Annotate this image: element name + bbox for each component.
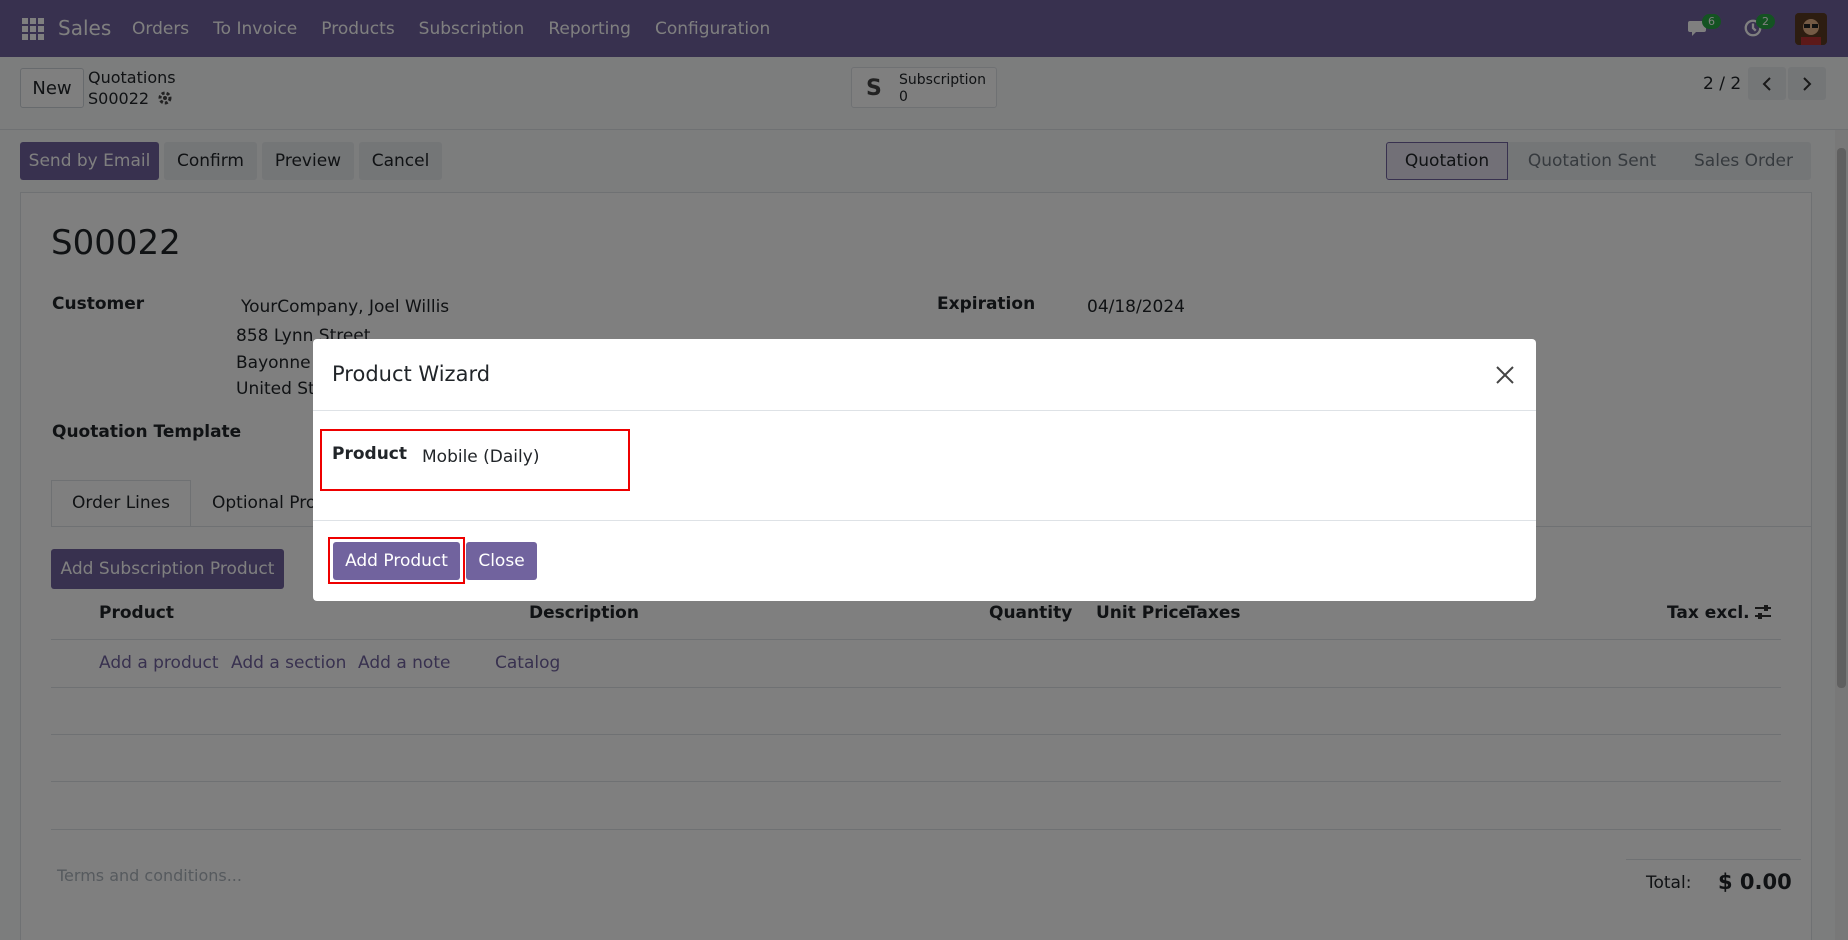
close-button[interactable]: Close <box>466 542 537 580</box>
product-field-value[interactable]: Mobile (Daily) <box>422 447 539 467</box>
add-product-button[interactable]: Add Product <box>333 542 460 580</box>
product-wizard-dialog: Product Wizard Product Mobile (Daily) Ad… <box>313 339 1536 601</box>
close-icon[interactable] <box>1493 363 1517 387</box>
modal-header: Product Wizard <box>313 339 1536 411</box>
modal-footer-divider <box>313 520 1536 521</box>
modal-title: Product Wizard <box>332 362 491 386</box>
product-field-label: Product <box>332 444 407 464</box>
